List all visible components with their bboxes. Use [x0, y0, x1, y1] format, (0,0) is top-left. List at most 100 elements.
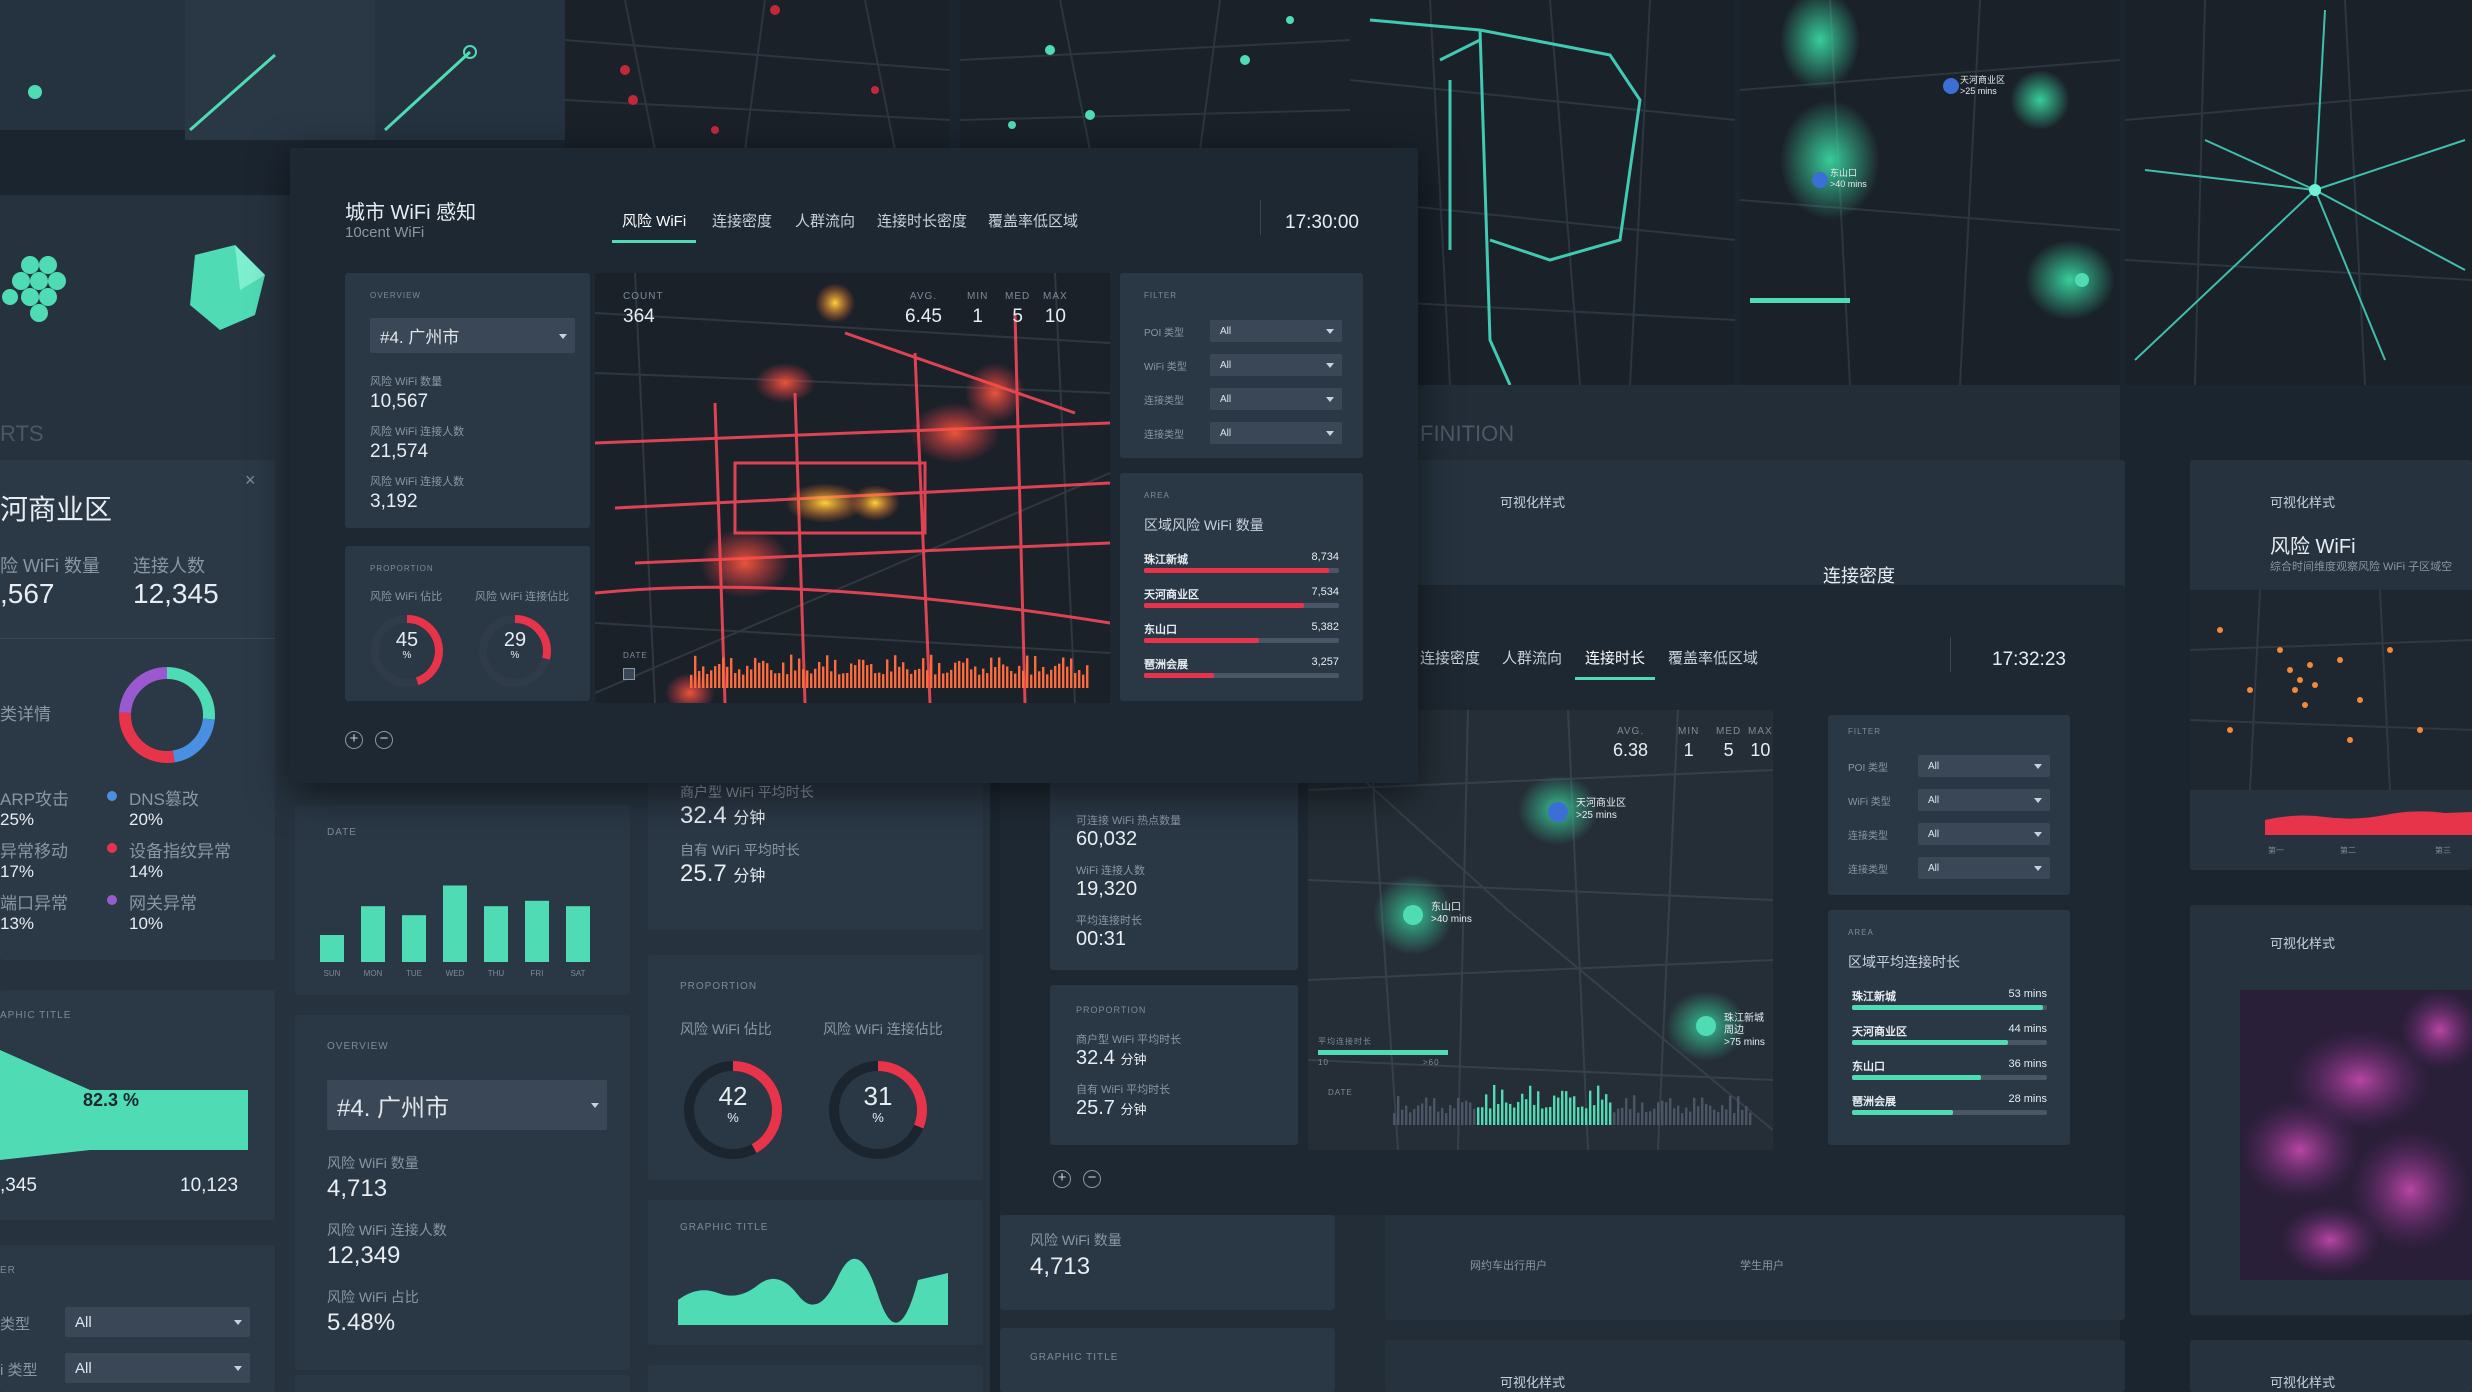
tab[interactable]: 覆盖率低区域 [1668, 647, 1758, 668]
timeline-bar [1649, 1111, 1652, 1125]
timeline-bar [1693, 1097, 1696, 1125]
area-row-value: 36 mins [2008, 1058, 2047, 1070]
weekday-bar [443, 885, 467, 962]
city-select-value: #4. 广州市 [380, 328, 460, 347]
timeline-bar [1497, 1104, 1500, 1125]
weekday-tick: THU [488, 969, 505, 978]
area-label: AREA [1144, 491, 1170, 500]
filter-select[interactable]: All [65, 1353, 250, 1383]
weekday-tick: SAT [571, 969, 586, 978]
dashboard-collage: 天河商业区 >25 mins 东山口 >40 mins RTS × 河商业区 险… [0, 0, 2472, 1392]
filter-select[interactable]: All [1918, 789, 2050, 811]
zoom-in-icon[interactable]: + [345, 731, 363, 749]
tab[interactable]: 人群流向 [1502, 647, 1562, 668]
timeline-bar [770, 670, 773, 688]
filter-select[interactable]: All [65, 1307, 250, 1337]
timeline-bar [1437, 1111, 1440, 1125]
tab[interactable]: 覆盖率低区域 [988, 210, 1078, 231]
city-select[interactable]: #4. 广州市 [370, 318, 575, 353]
tab[interactable]: 人群流向 [795, 210, 855, 231]
timeline-bar [714, 666, 717, 688]
legend-name: 网关异常 [129, 894, 197, 913]
zoom-in-icon[interactable]: + [1053, 1170, 1071, 1188]
map-pin-label: 天河商业区 >25 mins [1576, 798, 1626, 822]
area-wave-chart [678, 1258, 948, 1325]
bg-map-top-1 [565, 0, 950, 150]
filter-select-value: All [75, 1313, 92, 1331]
close-icon[interactable]: × [245, 470, 256, 491]
legend-name: DNS篡改 [129, 790, 199, 809]
connect-count-value: 12,345 [133, 578, 219, 609]
funnel-right: 10,123 [180, 1175, 239, 1196]
play-button[interactable] [623, 668, 635, 680]
timeline-bar [1473, 1108, 1476, 1125]
timeline-bar [1577, 1107, 1580, 1125]
legend-dot [107, 791, 117, 801]
second-proportion-panel: PROPORTION 商户型 WiFi 平均时长 32.4 分钟 自有 WiFi… [1050, 985, 1298, 1145]
donut-chart [119, 667, 215, 763]
timeline-bar [734, 673, 737, 688]
tab[interactable]: 连接时长密度 [877, 210, 967, 231]
filter-select[interactable]: All [1918, 857, 2050, 879]
zoom-out-icon[interactable]: − [375, 731, 393, 749]
mid-graphic-panel: GRAPHIC TITLE [648, 1200, 983, 1345]
area-row-fill [1144, 673, 1215, 678]
legend-max: >60 [1423, 1058, 1440, 1067]
filter-select[interactable]: All [1918, 755, 2050, 777]
detail-label: 类详情 [0, 705, 51, 724]
timeline-bar [1421, 1103, 1424, 1125]
timeline-bar-chart [690, 654, 1089, 688]
avg1-unit: 分钟 [1120, 1052, 1147, 1067]
viz-label: 可视化样式 [2270, 1375, 2336, 1390]
second-viz-card: 可视化样式 连接密度 [1385, 460, 2125, 590]
tick: 第一 [2268, 846, 2284, 855]
timeline-bar [1505, 1102, 1508, 1125]
timeline-bar [1629, 1108, 1632, 1125]
avg1-label: 商户型 WiFi 平均时长 [1076, 1034, 1182, 1046]
legend-name: 设备指纹异常 [129, 842, 231, 861]
tab[interactable]: 连接密度 [712, 210, 772, 231]
zoom-out-icon[interactable]: − [1083, 1170, 1101, 1188]
gauge1-value: 45% [367, 630, 447, 664]
filter-select[interactable]: All [1918, 823, 2050, 845]
avg2-unit: 分钟 [733, 868, 766, 885]
weekday-bar [566, 906, 590, 962]
avg2-number: 25.7 [1076, 1097, 1115, 1119]
weekday-bar-chart: SUN MON TUE WED THU FRI SAT [320, 885, 590, 978]
pin-sub: >40 mins [1431, 914, 1472, 925]
avg2-label: 自有 WiFi 平均时长 [680, 842, 800, 858]
stat-value: 60,032 [1076, 828, 1138, 850]
pin-name: 东山口 [1830, 168, 1858, 178]
risk-dot-map [2190, 590, 2472, 790]
avg2-unit: 分钟 [1120, 1102, 1147, 1117]
chevron-down-icon [2034, 832, 2042, 837]
tab-active[interactable]: 风险 WiFi [611, 210, 697, 243]
timeline-bar [1441, 1108, 1444, 1125]
stat-label: 风险 WiFi 连接人数 [327, 1222, 447, 1238]
timeline-bar [706, 673, 709, 688]
timeline-bar [1082, 674, 1085, 688]
filter-row-label: 连接类型 [1144, 396, 1184, 407]
timeline-bar [830, 671, 833, 688]
risk-heat-map[interactable]: COUNT 364 AVG. 6.45 MIN 1 MED 5 MAX 10 DATE [595, 273, 1110, 703]
filter-label: ER [0, 1265, 16, 1276]
tab-active[interactable]: 连接时长 [1574, 647, 1656, 680]
timeline-bar [1561, 1090, 1564, 1125]
legend-item: ARP攻击 25% [0, 785, 69, 830]
filter-select[interactable]: All [1210, 320, 1342, 342]
tab[interactable]: 连接密度 [1420, 647, 1480, 668]
timeline-bar [1641, 1102, 1644, 1125]
timeline-bar [878, 672, 881, 688]
timeline-bar [1581, 1106, 1584, 1125]
city-select[interactable]: #4. 广州市 [327, 1080, 607, 1130]
weekday-bar [361, 906, 385, 962]
timeline-bar [862, 659, 865, 688]
filter-select[interactable]: All [1210, 422, 1342, 444]
map-pin-label: 东山口 >40 mins [1431, 902, 1472, 926]
filter-select[interactable]: All [1210, 388, 1342, 410]
filter-select[interactable]: All [1210, 354, 1342, 376]
second-stats-panel: 可连接 WiFi 热点数量 60,032 WiFi 连接人数 19,320 平均… [1050, 780, 1298, 970]
mid-bottom-panel [295, 1375, 630, 1392]
legend-label: 平均连接时长 [1318, 1037, 1372, 1046]
legend-dot [107, 843, 117, 853]
